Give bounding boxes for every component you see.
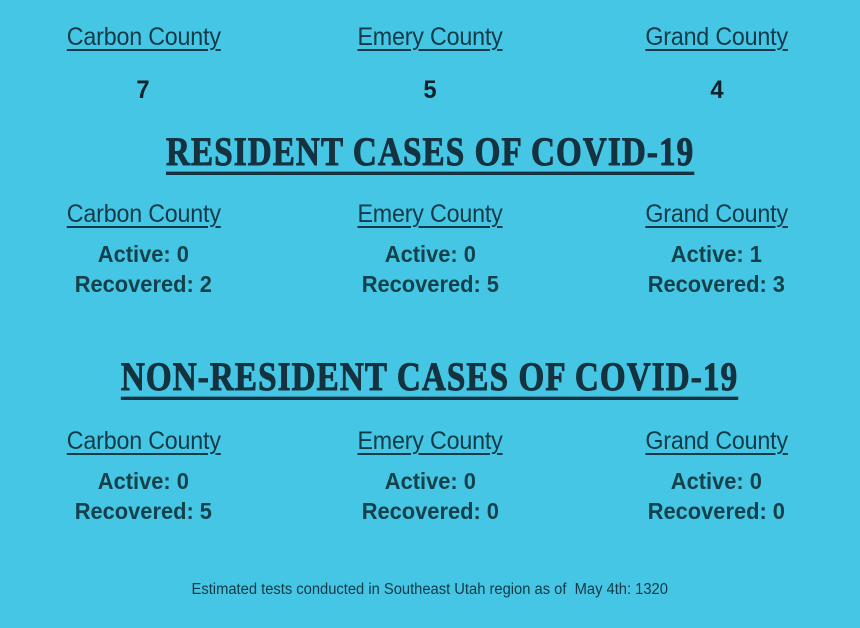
totals-column-emery: Emery County 5 <box>287 23 574 103</box>
non-resident-cases-row: Carbon County Active: 0 Recovered: 5 Eme… <box>0 427 860 527</box>
resident-section-heading: RESIDENT CASES OF COVID-19 <box>0 129 860 175</box>
county-link-carbon-resident[interactable]: Carbon County <box>66 200 220 229</box>
county-link-grand-total[interactable]: Grand County <box>645 23 788 52</box>
resident-column-emery: Emery County Active: 0 Recovered: 5 <box>287 200 574 300</box>
estimated-tests-text: Estimated tests conducted in Southeast U… <box>191 581 669 598</box>
county-link-emery-total[interactable]: Emery County <box>357 23 502 52</box>
non-resident-active-emery: Active: 0 <box>384 467 476 494</box>
county-totals-section: Carbon County 7 Emery County 5 Grand Cou… <box>0 11 860 103</box>
non-resident-column-carbon: Carbon County Active: 0 Recovered: 5 <box>0 427 287 527</box>
county-link-carbon-non-resident[interactable]: Carbon County <box>66 427 220 456</box>
total-count-emery: 5 <box>423 75 437 104</box>
totals-column-grand: Grand County 4 <box>573 23 860 103</box>
non-resident-stats-grand: Active: 0 Recovered: 0 <box>579 467 854 527</box>
non-resident-stats-carbon: Active: 0 Recovered: 5 <box>6 467 281 527</box>
county-link-carbon-total[interactable]: Carbon County <box>66 23 220 52</box>
non-resident-heading-text: NON-RESIDENT CASES OF COVID-19 <box>121 354 739 400</box>
resident-stats-grand: Active: 1 Recovered: 3 <box>579 240 854 300</box>
resident-cases-row: Carbon County Active: 0 Recovered: 2 Eme… <box>0 200 860 300</box>
non-resident-active-carbon: Active: 0 <box>97 467 189 494</box>
resident-recovered-grand: Recovered: 3 <box>648 270 786 297</box>
resident-active-carbon: Active: 0 <box>97 240 189 267</box>
non-resident-recovered-carbon: Recovered: 5 <box>74 497 212 524</box>
total-count-carbon: 7 <box>136 75 150 104</box>
non-resident-section-heading: NON-RESIDENT CASES OF COVID-19 <box>0 354 860 400</box>
resident-column-carbon: Carbon County Active: 0 Recovered: 2 <box>0 200 287 300</box>
non-resident-cases-section: Carbon County Active: 0 Recovered: 5 Eme… <box>0 427 860 527</box>
resident-recovered-emery: Recovered: 5 <box>361 270 499 297</box>
county-link-grand-resident[interactable]: Grand County <box>645 200 788 229</box>
footer-note: Estimated tests conducted in Southeast U… <box>0 581 860 599</box>
non-resident-column-emery: Emery County Active: 0 Recovered: 0 <box>287 427 574 527</box>
total-count-grand: 4 <box>710 75 724 104</box>
resident-stats-carbon: Active: 0 Recovered: 2 <box>6 240 281 300</box>
non-resident-recovered-emery: Recovered: 0 <box>361 497 499 524</box>
resident-stats-emery: Active: 0 Recovered: 5 <box>293 240 568 300</box>
non-resident-active-grand: Active: 0 <box>671 467 763 494</box>
resident-active-grand: Active: 1 <box>671 240 763 267</box>
resident-recovered-carbon: Recovered: 2 <box>74 270 212 297</box>
non-resident-stats-emery: Active: 0 Recovered: 0 <box>293 467 568 527</box>
county-link-grand-non-resident[interactable]: Grand County <box>645 427 788 456</box>
resident-heading-text: RESIDENT CASES OF COVID-19 <box>165 129 695 175</box>
non-resident-recovered-grand: Recovered: 0 <box>648 497 786 524</box>
resident-column-grand: Grand County Active: 1 Recovered: 3 <box>573 200 860 300</box>
county-totals-row: Carbon County 7 Emery County 5 Grand Cou… <box>0 11 860 103</box>
resident-active-emery: Active: 0 <box>384 240 476 267</box>
non-resident-column-grand: Grand County Active: 0 Recovered: 0 <box>573 427 860 527</box>
totals-column-carbon: Carbon County 7 <box>0 23 287 103</box>
covid-update-poster: Carbon County 7 Emery County 5 Grand Cou… <box>0 0 860 628</box>
resident-cases-section: Carbon County Active: 0 Recovered: 2 Eme… <box>0 200 860 300</box>
county-link-emery-non-resident[interactable]: Emery County <box>357 427 502 456</box>
county-link-emery-resident[interactable]: Emery County <box>357 200 502 229</box>
